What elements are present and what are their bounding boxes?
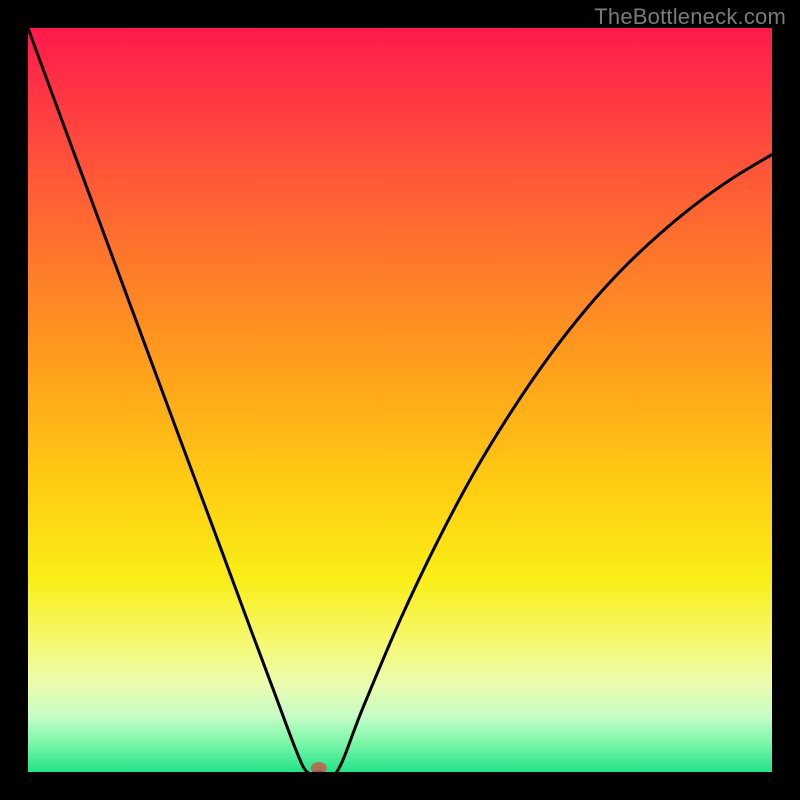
plot-area xyxy=(28,28,772,772)
bottleneck-curve xyxy=(28,28,772,772)
watermark-text: TheBottleneck.com xyxy=(594,4,786,30)
curve-layer xyxy=(28,28,772,772)
chart-frame: TheBottleneck.com xyxy=(0,0,800,800)
curve-minimum-marker xyxy=(311,762,327,772)
